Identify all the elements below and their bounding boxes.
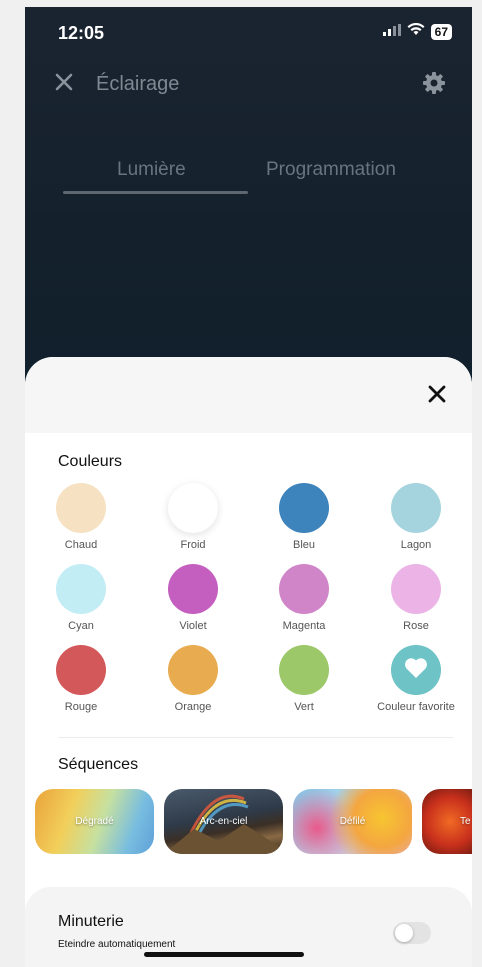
sequence-defile[interactable]: Défilé [293,789,412,854]
color-label: Froid [180,539,206,551]
color-chaud[interactable]: Chaud [25,483,137,551]
battery-indicator: 67 [430,24,452,40]
sequence-partial[interactable]: Te [422,789,472,854]
color-label: Couleur favorite [377,701,455,713]
wifi-icon [407,22,425,41]
color-swatch [391,645,441,695]
color-swatch [56,645,106,695]
sequence-label: Arc-en-ciel [199,816,248,827]
colors-section-title: Couleurs [58,453,123,470]
timer-toggle[interactable] [393,922,431,944]
timer-subtitle: Eteindre automatiquement [58,939,176,950]
color-label: Rose [403,620,429,632]
sequence-label: Te [460,816,471,827]
active-tab-indicator [63,191,248,194]
color-froid[interactable]: Froid [137,483,249,551]
home-indicator [144,952,304,957]
timer-title: Minuterie [58,913,124,930]
sequence-carousel: Dégradé Arc-en-ciel Défilé Te [25,789,472,859]
color-rose[interactable]: Rose [360,564,472,632]
color-magenta[interactable]: Magenta [248,564,360,632]
tab-programmation[interactable]: Programmation [266,159,396,181]
color-favorite[interactable]: Couleur favorite [360,645,472,713]
color-rouge[interactable]: Rouge [25,645,137,713]
status-time: 12:05 [58,23,105,43]
close-icon[interactable] [55,73,73,96]
divider [58,737,453,738]
color-swatch [279,645,329,695]
gear-icon[interactable] [422,71,446,100]
color-label: Lagon [400,539,432,551]
tab-lumiere[interactable]: Lumière [117,159,186,181]
color-label: Vert [294,701,314,713]
color-swatch [168,483,218,533]
color-label: Rouge [64,701,98,713]
header: Éclairage [25,71,472,101]
color-swatch [56,564,106,614]
sequence-degrade[interactable]: Dégradé [35,789,154,854]
color-swatch [168,564,218,614]
color-label: Bleu [292,539,316,551]
color-label: Orange [174,701,212,713]
close-icon[interactable] [428,385,446,408]
color-swatch [168,645,218,695]
sequence-arc-en-ciel[interactable]: Arc-en-ciel [164,789,283,854]
color-vert[interactable]: Vert [248,645,360,713]
background-panel: 12:05 67 Éclairage Lumière Programmation [25,7,472,387]
sequence-label: Défilé [339,816,366,827]
sequences-section-title: Séquences [58,756,139,773]
color-label: Chaud [64,539,98,551]
heart-icon [403,656,429,685]
color-bleu[interactable]: Bleu [248,483,360,551]
sequence-label: Dégradé [75,816,114,827]
status-icons: 67 [382,22,452,41]
color-label: Magenta [282,620,326,632]
sheet-header [25,357,472,433]
bottom-sheet: Couleurs Chaud Froid Bleu Lagon Cyan Vio… [25,357,472,967]
color-label: Violet [179,620,207,632]
signal-icon [382,23,401,41]
page-title: Éclairage [96,73,180,95]
color-swatch [391,483,441,533]
color-swatch [391,564,441,614]
color-label: Cyan [68,620,94,632]
color-cyan[interactable]: Cyan [25,564,137,632]
toggle-knob [395,924,413,942]
color-orange[interactable]: Orange [137,645,249,713]
color-swatch [279,483,329,533]
color-swatch [56,483,106,533]
color-lagon[interactable]: Lagon [360,483,472,551]
color-swatch [279,564,329,614]
color-violet[interactable]: Violet [137,564,249,632]
phone-screen: 12:05 67 Éclairage Lumière Programmation… [25,7,472,967]
